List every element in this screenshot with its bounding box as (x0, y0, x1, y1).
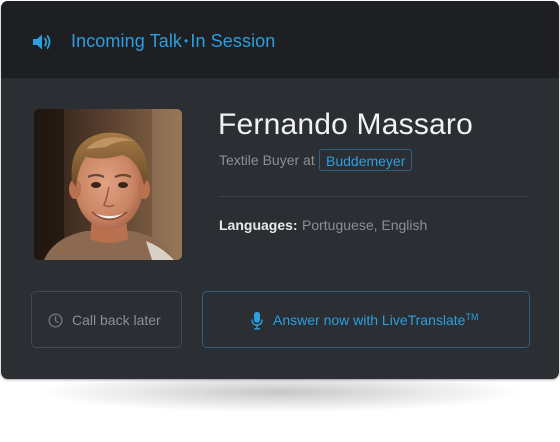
incoming-call-card: Incoming Talk • In Session Fernando Mass… (1, 1, 559, 379)
microphone-icon (251, 311, 263, 330)
answer-now-button[interactable]: Answer now with LiveTranslateTM (202, 291, 530, 348)
call-status-title: Incoming Talk • In Session (71, 31, 275, 52)
call-session-label: In Session (190, 31, 276, 51)
caller-avatar (34, 109, 182, 260)
call-header: Incoming Talk • In Session (1, 1, 559, 78)
answer-now-text: Answer now with LiveTranslate (273, 312, 466, 328)
info-divider (219, 196, 529, 197)
trademark-mark: TM (465, 312, 479, 322)
speaker-icon[interactable] (32, 33, 54, 51)
call-status-label: Incoming Talk (71, 31, 183, 51)
caller-role: Textile Buyer at (219, 152, 315, 168)
languages-label: Languages: (219, 217, 298, 233)
title-separator: • (184, 34, 189, 48)
clock-icon (48, 313, 63, 328)
stage: Incoming Talk • In Session Fernando Mass… (0, 0, 560, 442)
call-back-later-button[interactable]: Call back later (31, 291, 182, 348)
languages-list: Portuguese, English (302, 217, 428, 233)
call-back-later-label: Call back later (72, 312, 161, 328)
company-badge[interactable]: Buddemeyer (319, 149, 413, 171)
answer-now-label: Answer now with LiveTranslateTM (273, 312, 478, 328)
caller-name: Fernando Massaro (218, 108, 473, 141)
